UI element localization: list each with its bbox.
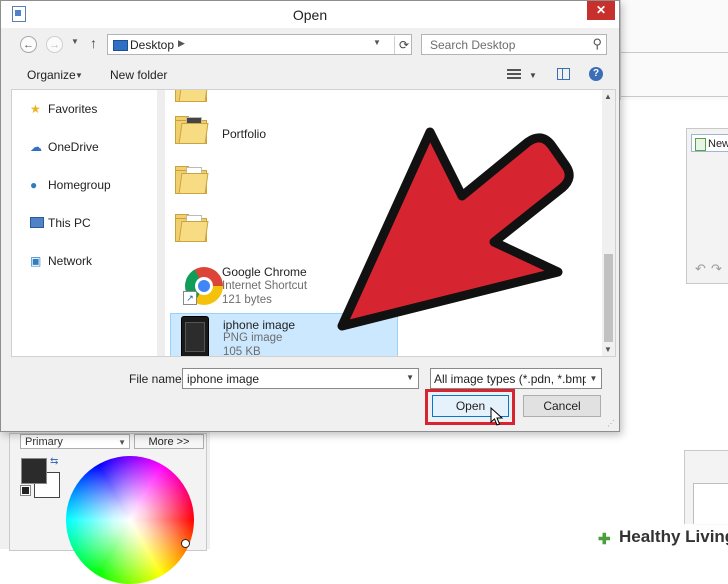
- new-image-icon: [695, 138, 706, 151]
- help-icon[interactable]: ?: [589, 67, 603, 81]
- nav-item-label: Network: [48, 254, 93, 268]
- command-bar: Organize ▼ New folder ▼ ?: [1, 61, 619, 89]
- navigation-pane-scrollbar[interactable]: [157, 90, 165, 356]
- file-name: iphone image: [223, 318, 296, 332]
- up-one-level-button[interactable]: ↑: [90, 35, 97, 51]
- arrow-left-icon: ←: [23, 39, 34, 51]
- cloud-icon: ☁: [30, 140, 42, 154]
- file-size: 105 KB: [223, 346, 261, 356]
- address-location[interactable]: Desktop: [130, 38, 174, 52]
- annotation-arrow: [337, 127, 574, 331]
- network-icon: ▣: [30, 254, 42, 268]
- organize-button[interactable]: Organize: [27, 68, 76, 82]
- history-panel: New ↶ ↷: [686, 128, 728, 284]
- search-input[interactable]: Search Desktop ⚲: [421, 34, 607, 55]
- filetype-select[interactable]: All image types (*.pdn, *.bmp, * ▼: [430, 368, 602, 389]
- filename-row: File name: iphone image ▼ All image type…: [1, 367, 619, 391]
- refresh-icon[interactable]: ⟳: [394, 36, 413, 54]
- nav-item-label: OneDrive: [48, 140, 99, 154]
- primary-color-swatch[interactable]: [21, 458, 47, 484]
- mouse-cursor-icon: [490, 407, 504, 426]
- breadcrumb-chevron-icon[interactable]: ▶: [178, 38, 185, 49]
- view-options-chevron-down-icon[interactable]: ▼: [529, 71, 537, 80]
- chevron-down-icon[interactable]: ▼: [586, 369, 601, 388]
- watermark-text: Healthy Living: [619, 527, 728, 546]
- swap-colors-icon[interactable]: ⇆: [50, 456, 58, 467]
- file-list-scrollbar[interactable]: ▲ ▼: [602, 90, 615, 356]
- list-item[interactable]: ↗: [177, 267, 227, 307]
- close-button[interactable]: ✕: [587, 1, 615, 20]
- reset-colors-icon[interactable]: [21, 486, 30, 495]
- preview-pane-icon[interactable]: [557, 68, 570, 80]
- folder-icon[interactable]: [175, 116, 209, 144]
- scroll-up-arrow-icon[interactable]: ▲: [604, 92, 612, 101]
- chevron-down-icon[interactable]: ▼: [406, 373, 414, 382]
- nav-item-label: Favorites: [48, 102, 98, 116]
- color-wheel-handle[interactable]: [181, 539, 190, 548]
- file-size: 121 bytes: [222, 294, 272, 306]
- arrow-right-icon: →: [49, 39, 60, 51]
- scrollbar-thumb[interactable]: [604, 254, 613, 342]
- filename-value: iphone image: [187, 372, 260, 386]
- folder-icon[interactable]: [175, 214, 209, 242]
- background-toolbar-strip: [620, 0, 728, 100]
- filename-label: File name:: [129, 372, 186, 386]
- nav-item-label: Homegroup: [48, 178, 111, 192]
- change-view-icon[interactable]: [507, 69, 521, 81]
- redo-icon[interactable]: ↷: [711, 261, 722, 277]
- star-icon: ★: [30, 102, 41, 116]
- folder-icon[interactable]: [175, 166, 209, 194]
- colors-panel: Primary ▼ More >> ⇆: [9, 433, 207, 584]
- layer-thumbnail[interactable]: [693, 483, 728, 525]
- watermark: ✚ Healthy Living: [593, 524, 728, 549]
- navigation-bar: ← → ▼ ↑ Desktop ▶ ▼ ⟳ Search Desktop ⚲: [1, 29, 619, 61]
- primary-select-label: Primary: [25, 436, 63, 448]
- chevron-down-icon: ▼: [118, 438, 126, 447]
- new-folder-button[interactable]: New folder: [110, 68, 167, 82]
- history-item-new[interactable]: New: [691, 134, 728, 152]
- forward-button[interactable]: →: [46, 36, 63, 53]
- color-wheel[interactable]: [66, 456, 194, 584]
- file-kind: Internet Shortcut: [222, 280, 308, 292]
- search-placeholder: Search Desktop: [430, 38, 516, 52]
- layers-panel: [684, 450, 728, 532]
- file-kind: PNG image: [223, 332, 283, 344]
- desktop-icon: [113, 40, 128, 51]
- navigation-pane: ★ Favorites ☁ OneDrive ● Homegroup This …: [12, 90, 157, 356]
- close-icon: ✕: [595, 3, 607, 17]
- shortcut-arrow-icon: ↗: [183, 291, 197, 305]
- address-bar[interactable]: Desktop ▶ ▼ ⟳: [107, 34, 412, 55]
- nav-item-label: This PC: [48, 216, 91, 230]
- filetype-value: All image types (*.pdn, *.bmp, *: [434, 372, 601, 386]
- more-colors-button[interactable]: More >>: [134, 434, 204, 449]
- homegroup-icon: ●: [30, 178, 38, 192]
- file-name[interactable]: Portfolio: [222, 127, 266, 141]
- undo-icon[interactable]: ↶: [695, 261, 706, 277]
- search-icon[interactable]: ⚲: [592, 36, 602, 52]
- png-image-thumbnail-icon: [181, 316, 209, 356]
- primary-color-select[interactable]: Primary ▼: [20, 434, 130, 449]
- folder-icon[interactable]: [175, 90, 209, 102]
- filename-input[interactable]: iphone image ▼: [182, 368, 419, 389]
- title-bar: Open ✕: [1, 1, 619, 28]
- dialog-title: Open: [292, 7, 328, 23]
- cancel-button[interactable]: Cancel: [523, 395, 601, 417]
- scroll-down-arrow-icon[interactable]: ▼: [604, 345, 612, 354]
- history-item-label: New: [708, 138, 728, 150]
- recent-locations-dropdown[interactable]: ▼: [71, 37, 79, 46]
- leaf-logo-icon: ✚: [598, 531, 611, 548]
- back-button[interactable]: ←: [20, 36, 37, 53]
- organize-chevron-down-icon[interactable]: ▼: [75, 71, 83, 80]
- file-name[interactable]: Google Chrome: [222, 265, 307, 279]
- computer-icon: [30, 216, 44, 231]
- address-dropdown-icon[interactable]: ▼: [373, 38, 381, 47]
- resize-grip-icon[interactable]: ⋰: [607, 419, 615, 428]
